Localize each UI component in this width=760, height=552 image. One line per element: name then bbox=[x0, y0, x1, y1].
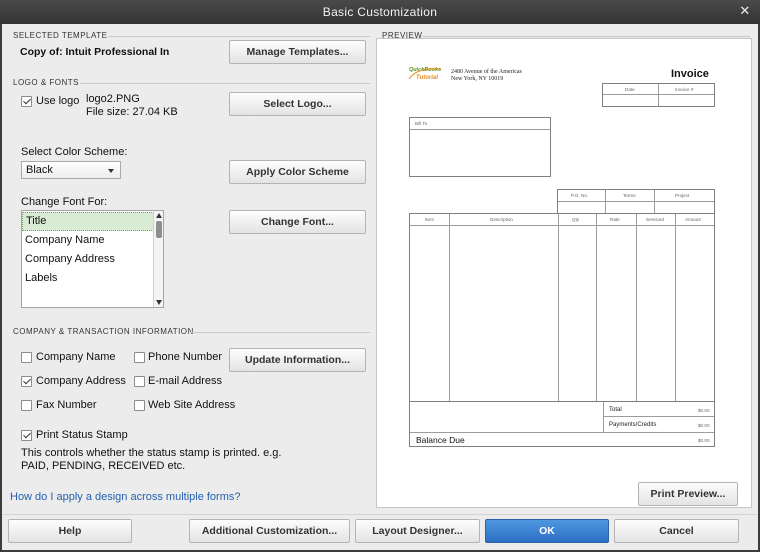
web-site-address-checkbox[interactable] bbox=[134, 400, 145, 411]
use-logo-checkbox[interactable] bbox=[21, 96, 32, 107]
cell-divider bbox=[410, 129, 550, 130]
scrollbar-arrows-icon bbox=[156, 213, 162, 305]
column-divider bbox=[603, 402, 604, 432]
payments-amount: $0.00 bbox=[698, 423, 710, 428]
logo-file-name: logo2.PNG bbox=[86, 93, 140, 105]
status-note-line1: This controls whether the status stamp i… bbox=[21, 447, 282, 459]
selected-template-section-label: SELECTED TEMPLATE bbox=[13, 31, 108, 40]
list-item[interactable]: Company Address bbox=[22, 250, 154, 269]
web-site-address-label: Web Site Address bbox=[148, 399, 236, 411]
section-divider bbox=[108, 36, 370, 37]
update-information-button[interactable]: Update Information... bbox=[229, 348, 366, 372]
line-items-table: Item Description Qty Rate Serviced Amoun… bbox=[409, 213, 715, 403]
print-status-stamp-checkbox[interactable] bbox=[21, 430, 32, 441]
date-label: Date bbox=[625, 87, 635, 92]
logo-swoosh-icon bbox=[408, 68, 442, 80]
print-status-stamp-label: Print Status Stamp bbox=[36, 429, 128, 441]
section-divider bbox=[422, 36, 750, 37]
ok-button[interactable]: OK bbox=[485, 519, 609, 543]
bill-to-box: Bill To bbox=[409, 117, 551, 177]
company-name-label: Company Name bbox=[36, 351, 116, 363]
email-address-label: E-mail Address bbox=[148, 375, 222, 387]
window-title: Basic Customization bbox=[322, 5, 438, 19]
balance-due-label: Balance Due bbox=[416, 435, 465, 445]
balance-amount: $0.00 bbox=[698, 438, 710, 443]
email-address-checkbox[interactable] bbox=[134, 376, 145, 387]
color-scheme-select[interactable]: Black bbox=[21, 161, 121, 179]
logo-fonts-section-label: LOGO & FONTS bbox=[13, 78, 80, 87]
dialog-body: SELECTED TEMPLATE Copy of: Intuit Profes… bbox=[2, 24, 758, 550]
help-link[interactable]: How do I apply a design across multiple … bbox=[10, 491, 241, 503]
logo-file-size: File size: 27.04 KB bbox=[86, 106, 178, 118]
po-terms-project-box: P.O. No. Terms Project bbox=[557, 189, 715, 214]
company-address-line1: 2480 Avenue of the Americas bbox=[451, 69, 522, 75]
layout-designer-button[interactable]: Layout Designer... bbox=[355, 519, 480, 543]
manage-templates-button[interactable]: Manage Templates... bbox=[229, 40, 366, 64]
list-item[interactable]: Labels bbox=[22, 269, 154, 288]
list-item[interactable]: Company Name bbox=[22, 231, 154, 250]
list-item[interactable]: Title bbox=[22, 212, 154, 231]
additional-customization-button[interactable]: Additional Customization... bbox=[189, 519, 350, 543]
column-divider bbox=[636, 214, 637, 402]
bill-to-label: Bill To bbox=[415, 121, 428, 126]
column-divider bbox=[558, 214, 559, 402]
select-logo-button[interactable]: Select Logo... bbox=[229, 92, 366, 116]
chevron-down-icon bbox=[108, 169, 114, 173]
column-divider bbox=[596, 214, 597, 402]
column-header: Item bbox=[425, 217, 434, 222]
change-font-for-label: Change Font For: bbox=[21, 196, 108, 208]
fax-number-label: Fax Number bbox=[36, 399, 97, 411]
header-divider bbox=[410, 225, 714, 226]
cell-divider bbox=[603, 94, 714, 95]
section-divider bbox=[80, 83, 370, 84]
column-header: Rate bbox=[610, 217, 620, 222]
date-invoice-box: Date Invoice # bbox=[602, 83, 715, 107]
po-label: P.O. No. bbox=[571, 193, 589, 198]
section-divider bbox=[190, 332, 370, 333]
phone-number-checkbox[interactable] bbox=[134, 352, 145, 363]
cell-divider bbox=[558, 201, 714, 202]
cancel-button[interactable]: Cancel bbox=[614, 519, 739, 543]
totals-box: Total $0.00 Payments/Credits $0.00 Balan… bbox=[409, 401, 715, 447]
column-header: Amount bbox=[685, 217, 701, 222]
footer-divider bbox=[2, 514, 758, 515]
use-logo-label: Use logo bbox=[36, 95, 80, 107]
color-scheme-value: Black bbox=[26, 164, 53, 176]
change-font-button[interactable]: Change Font... bbox=[229, 210, 366, 234]
cell-divider bbox=[658, 84, 659, 106]
list-scrollbar[interactable] bbox=[153, 211, 163, 307]
print-preview-button[interactable]: Print Preview... bbox=[638, 482, 738, 506]
column-header: Description bbox=[490, 217, 513, 222]
fax-number-checkbox[interactable] bbox=[21, 400, 32, 411]
font-target-list[interactable]: Title Company Name Company Address Label… bbox=[21, 210, 164, 308]
status-note-line2: PAID, PENDING, RECEIVED etc. bbox=[21, 460, 186, 472]
row-divider bbox=[603, 416, 714, 417]
title-bar: Basic Customization ✕ bbox=[0, 0, 760, 24]
selected-template-value: Copy of: Intuit Professional In bbox=[20, 46, 170, 58]
column-divider bbox=[449, 214, 450, 402]
column-header: Serviced bbox=[646, 217, 664, 222]
color-scheme-label: Select Color Scheme: bbox=[21, 146, 128, 158]
apply-color-scheme-button[interactable]: Apply Color Scheme bbox=[229, 160, 366, 184]
column-header: Qty bbox=[572, 217, 580, 222]
invoice-number-label: Invoice # bbox=[675, 87, 694, 92]
phone-number-label: Phone Number bbox=[148, 351, 222, 363]
terms-label: Terms bbox=[623, 193, 636, 198]
company-name-checkbox[interactable] bbox=[21, 352, 32, 363]
invoice-preview: QuickBooks Tutorial 2480 Avenue of the A… bbox=[376, 38, 752, 508]
company-info-section-label: COMPANY & TRANSACTION INFORMATION bbox=[13, 327, 194, 336]
company-address-checkbox[interactable] bbox=[21, 376, 32, 387]
total-amount: $0.00 bbox=[698, 408, 710, 413]
payments-credits-label: Payments/Credits bbox=[609, 422, 657, 428]
column-divider bbox=[675, 214, 676, 402]
help-button[interactable]: Help bbox=[8, 519, 132, 543]
total-label: Total bbox=[609, 407, 622, 413]
row-divider bbox=[410, 432, 714, 433]
invoice-title: Invoice bbox=[671, 68, 709, 80]
project-label: Project bbox=[675, 193, 690, 198]
company-address-line2: New York, NY 10019 bbox=[451, 76, 504, 82]
company-address-label: Company Address bbox=[36, 375, 126, 387]
close-icon[interactable]: ✕ bbox=[738, 0, 752, 24]
